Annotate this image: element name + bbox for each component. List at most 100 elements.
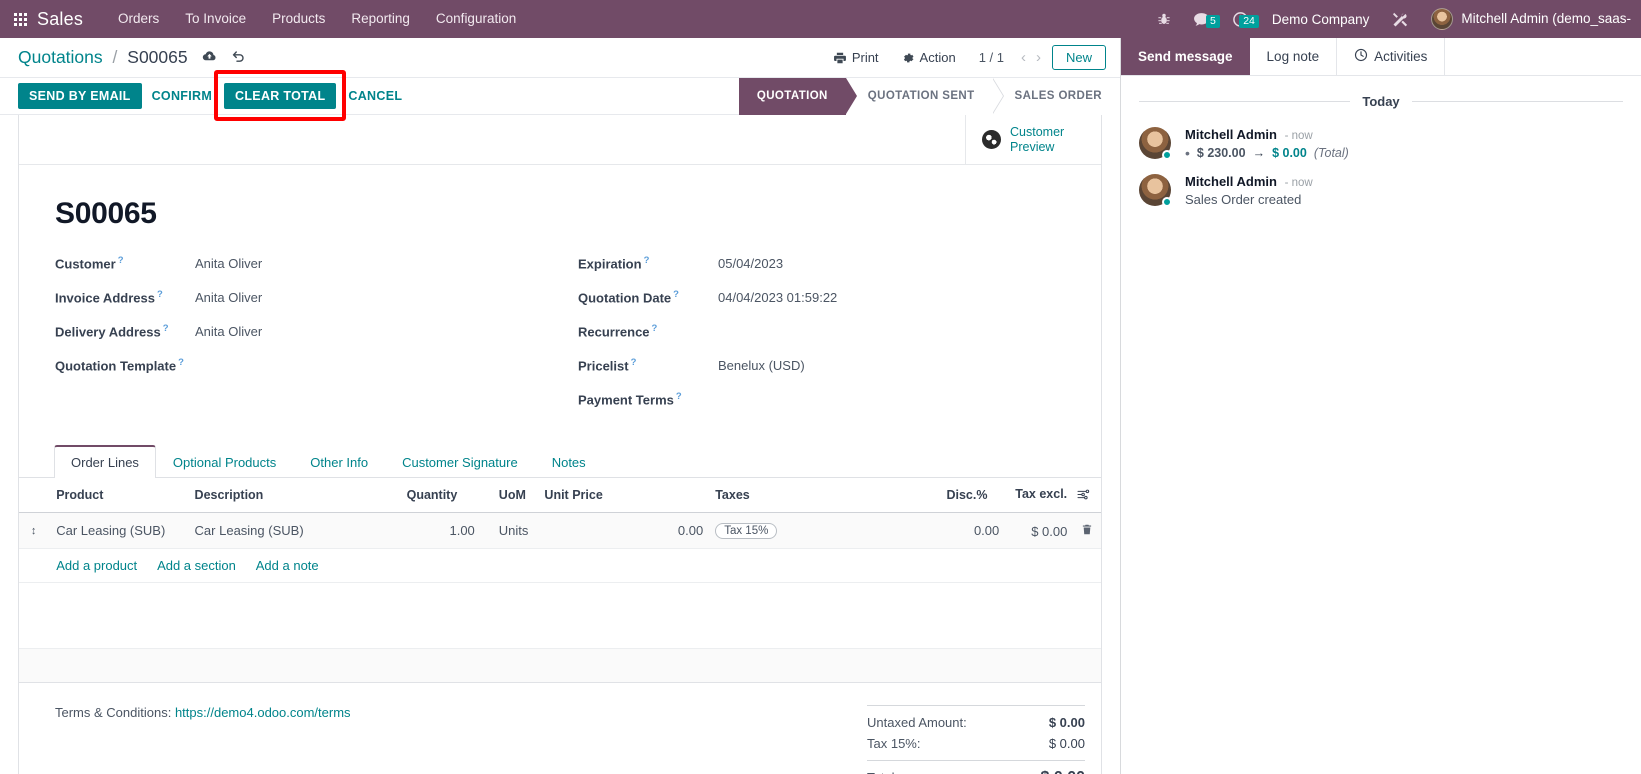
- tracking-field-name: (Total): [1313, 146, 1349, 160]
- field-pricelist: Pricelist? Benelux (USD): [578, 357, 1101, 375]
- tab-other-info[interactable]: Other Info: [293, 445, 385, 478]
- header-taxes[interactable]: Taxes: [711, 478, 939, 513]
- menu-configuration[interactable]: Configuration: [423, 0, 529, 38]
- label-recurrence: Recurrence: [578, 324, 650, 340]
- value-delivery-address[interactable]: Anita Oliver: [195, 324, 262, 339]
- company-selector[interactable]: Demo Company: [1260, 12, 1382, 27]
- help-icon[interactable]: ?: [652, 323, 658, 334]
- column-settings-icon[interactable]: [1077, 489, 1090, 503]
- undo-icon[interactable]: [231, 49, 246, 67]
- menu-reporting[interactable]: Reporting: [338, 0, 423, 38]
- header-discount[interactable]: Disc.%: [938, 478, 1008, 513]
- cell-quantity[interactable]: 1.00: [398, 512, 483, 549]
- help-icon[interactable]: ?: [644, 255, 650, 266]
- drag-handle-icon[interactable]: ↕: [19, 512, 49, 549]
- terms-link[interactable]: https://demo4.odoo.com/terms: [175, 705, 351, 720]
- app-brand-sales[interactable]: Sales: [37, 9, 83, 30]
- help-icon[interactable]: ?: [673, 289, 679, 300]
- stage-quotation-sent[interactable]: QUOTATION SENT: [845, 77, 1004, 115]
- cell-product[interactable]: Car Leasing (SUB): [48, 512, 187, 549]
- confirm-button[interactable]: CONFIRM: [142, 83, 222, 109]
- cancel-button[interactable]: CANCEL: [338, 83, 412, 109]
- table-row[interactable]: ↕ Car Leasing (SUB) Car Leasing (SUB) 1.…: [19, 512, 1101, 549]
- lines-empty-space: [19, 583, 1101, 649]
- cloud-upload-icon[interactable]: [202, 49, 217, 67]
- clear-total-button[interactable]: CLEAR TOTAL: [224, 83, 337, 109]
- total-tax-row: Tax 15%: $ 0.00: [867, 733, 1085, 754]
- menu-to-invoice[interactable]: To Invoice: [172, 0, 259, 38]
- add-row-spacer: [19, 548, 49, 583]
- header-unit-price[interactable]: Unit Price: [536, 478, 712, 513]
- tax-badge[interactable]: Tax 15%: [715, 523, 778, 539]
- help-icon[interactable]: ?: [157, 289, 163, 300]
- header-quantity[interactable]: Quantity: [398, 478, 483, 513]
- stage-quotation[interactable]: QUOTATION: [738, 77, 858, 115]
- send-message-button[interactable]: Send message: [1121, 38, 1250, 75]
- apps-grid-icon[interactable]: [14, 12, 27, 26]
- cell-unit-price[interactable]: 0.00: [536, 512, 712, 549]
- activities-icon[interactable]: 24: [1221, 11, 1260, 28]
- help-icon[interactable]: ?: [163, 323, 169, 334]
- field-columns: Customer? Anita Oliver Invoice Address? …: [19, 255, 1101, 435]
- header-uom[interactable]: UoM: [482, 478, 537, 513]
- field-expiration: Expiration? 05/04/2023: [578, 255, 1101, 273]
- total-untaxed-row: Untaxed Amount: $ 0.00: [867, 712, 1085, 733]
- help-icon[interactable]: ?: [118, 255, 124, 266]
- help-icon[interactable]: ?: [178, 357, 184, 368]
- tab-order-lines[interactable]: Order Lines: [54, 445, 156, 478]
- tools-icon[interactable]: [1381, 11, 1420, 28]
- tab-notes[interactable]: Notes: [535, 445, 603, 478]
- value-expiration[interactable]: 05/04/2023: [718, 256, 783, 271]
- header-tax-excl[interactable]: Tax excl.: [1007, 478, 1101, 513]
- chatter-thread: Today Mitchell Admin - now • $ 230.00 →: [1121, 76, 1641, 207]
- log-note-button[interactable]: Log note: [1250, 38, 1338, 75]
- value-quotation-date[interactable]: 04/04/2023 01:59:22: [718, 290, 837, 305]
- menu-orders[interactable]: Orders: [105, 0, 172, 38]
- pager-value: 1 / 1: [978, 50, 1004, 65]
- tab-optional-products[interactable]: Optional Products: [156, 445, 293, 478]
- new-button[interactable]: New: [1051, 45, 1106, 70]
- total-label: Total:: [867, 770, 898, 774]
- help-icon[interactable]: ?: [676, 391, 682, 402]
- message-author[interactable]: Mitchell Admin: [1185, 174, 1277, 189]
- breadcrumb-root[interactable]: Quotations: [18, 47, 103, 67]
- chevron-right-icon[interactable]: ›: [1031, 49, 1046, 66]
- message-author[interactable]: Mitchell Admin: [1185, 127, 1277, 142]
- value-customer[interactable]: Anita Oliver: [195, 256, 262, 271]
- header-description[interactable]: Description: [186, 478, 399, 513]
- trash-icon[interactable]: [1071, 524, 1093, 539]
- value-pricelist[interactable]: Benelux (USD): [718, 358, 805, 373]
- messages-icon[interactable]: 5: [1182, 11, 1221, 28]
- header-product[interactable]: Product: [48, 478, 187, 513]
- activities-button[interactable]: Activities: [1337, 38, 1446, 75]
- customer-preview-button[interactable]: Customer Preview: [965, 115, 1101, 164]
- action-button[interactable]: Action: [890, 50, 967, 65]
- value-invoice-address[interactable]: Anita Oliver: [195, 290, 262, 305]
- total-row: Total: $ 0.00: [867, 760, 1085, 774]
- cell-description[interactable]: Car Leasing (SUB): [186, 512, 399, 549]
- add-a-product-link[interactable]: Add a product: [56, 558, 137, 573]
- cell-taxes[interactable]: Tax 15%: [711, 512, 939, 549]
- stat-button-box: Customer Preview: [19, 115, 1101, 165]
- cell-uom[interactable]: Units: [482, 512, 537, 549]
- user-menu[interactable]: Mitchell Admin (demo_saas-: [1420, 0, 1631, 38]
- add-links-row: Add a product Add a section Add a note: [19, 548, 1101, 583]
- menu-products[interactable]: Products: [259, 0, 338, 38]
- tracking-value-change: • $ 230.00 → $ 0.00 (Total): [1185, 146, 1349, 160]
- add-a-section-link[interactable]: Add a section: [157, 558, 236, 573]
- print-button[interactable]: Print: [822, 50, 890, 65]
- field-payment-terms: Payment Terms?: [578, 391, 1101, 409]
- chevron-left-icon[interactable]: ‹: [1016, 49, 1031, 66]
- form-column: Quotations / S00065 Print Action 1 / 1 ‹…: [0, 38, 1121, 774]
- cell-discount[interactable]: 0.00: [938, 512, 1008, 549]
- tracking-old-value: $ 230.00: [1196, 146, 1246, 160]
- tab-customer-signature[interactable]: Customer Signature: [385, 445, 535, 478]
- bug-icon[interactable]: [1146, 12, 1182, 26]
- field-invoice-address: Invoice Address? Anita Oliver: [55, 289, 578, 307]
- stage-sales-order[interactable]: SALES ORDER: [992, 77, 1120, 115]
- send-by-email-button[interactable]: SEND BY EMAIL: [18, 83, 142, 109]
- add-a-note-link[interactable]: Add a note: [256, 558, 319, 573]
- help-icon[interactable]: ?: [631, 357, 637, 368]
- terms-label: Terms & Conditions:: [55, 705, 172, 720]
- label-expiration: Expiration: [578, 256, 642, 272]
